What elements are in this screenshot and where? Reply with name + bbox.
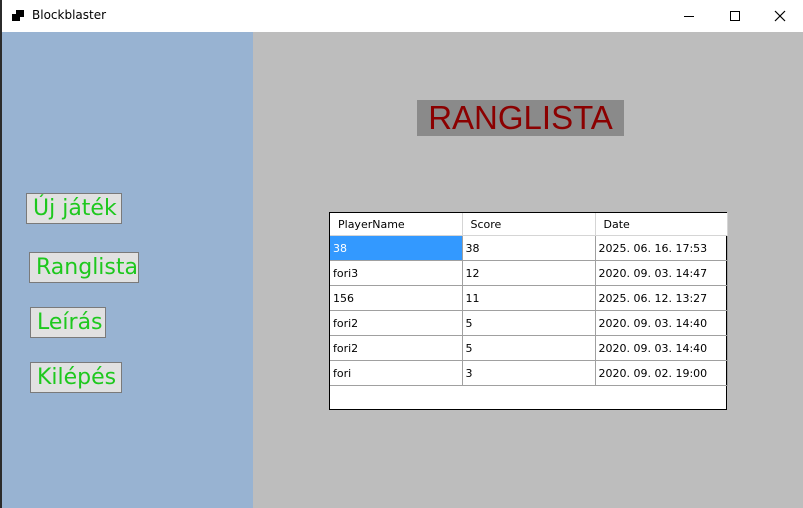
leaderboard-grid[interactable]: PlayerName Score Date 38 38 2025. 06. 16… (329, 212, 728, 410)
cell-date[interactable]: 2020. 09. 03. 14:40 (595, 310, 728, 336)
main-content: RANGLISTA PlayerName Score Date 38 38 20… (253, 32, 803, 508)
page-title: RANGLISTA (417, 100, 624, 136)
sidebar: Új játék Ranglista Leírás Kilépés (2, 32, 253, 508)
cell-date[interactable]: 2025. 06. 12. 13:27 (595, 285, 728, 311)
new-game-button[interactable]: Új játék (26, 193, 122, 224)
cell-player[interactable]: fori3 (330, 260, 463, 286)
app-window: Blockblaster Új játék Ranglista Leírás K… (2, 0, 803, 508)
cell-player[interactable]: fori (330, 360, 463, 386)
table-row[interactable]: 38 38 2025. 06. 16. 17:53 (330, 235, 728, 261)
table-header-row: PlayerName Score Date (330, 213, 728, 236)
cell-date[interactable]: 2020. 09. 03. 14:47 (595, 260, 728, 286)
description-button[interactable]: Leírás (30, 307, 106, 338)
close-button[interactable] (757, 0, 803, 32)
app-window-icon (12, 10, 24, 21)
cell-score[interactable]: 38 (462, 235, 596, 261)
window-title: Blockblaster (32, 8, 107, 22)
maximize-icon (730, 11, 740, 21)
minimize-button[interactable] (666, 0, 712, 32)
cell-score[interactable]: 5 (462, 335, 596, 361)
table-row[interactable]: fori 3 2020. 09. 02. 19:00 (330, 360, 728, 386)
leaderboard-table: PlayerName Score Date 38 38 2025. 06. 16… (330, 213, 728, 386)
title-bar: Blockblaster (2, 0, 803, 32)
maximize-button[interactable] (712, 0, 758, 32)
table-row[interactable]: fori3 12 2020. 09. 03. 14:47 (330, 260, 728, 286)
column-header-playername[interactable]: PlayerName (330, 213, 463, 236)
exit-button[interactable]: Kilépés (30, 362, 122, 393)
cell-date[interactable]: 2025. 06. 16. 17:53 (595, 235, 728, 261)
cell-score[interactable]: 5 (462, 310, 596, 336)
cell-player[interactable]: fori2 (330, 310, 463, 336)
table-row[interactable]: fori2 5 2020. 09. 03. 14:40 (330, 335, 728, 361)
minimize-icon (684, 16, 694, 17)
table-row[interactable]: 156 11 2025. 06. 12. 13:27 (330, 285, 728, 311)
cell-date[interactable]: 2020. 09. 02. 19:00 (595, 360, 728, 386)
cell-player[interactable]: 156 (330, 285, 463, 311)
cell-date[interactable]: 2020. 09. 03. 14:40 (595, 335, 728, 361)
cell-player[interactable]: 38 (330, 235, 463, 261)
cell-score[interactable]: 3 (462, 360, 596, 386)
cell-score[interactable]: 12 (462, 260, 596, 286)
close-icon (774, 10, 786, 22)
table-row[interactable]: fori2 5 2020. 09. 03. 14:40 (330, 310, 728, 336)
cell-score[interactable]: 11 (462, 285, 596, 311)
leaderboard-button[interactable]: Ranglista (29, 252, 139, 283)
column-header-date[interactable]: Date (595, 213, 728, 236)
cell-player[interactable]: fori2 (330, 335, 463, 361)
column-header-score[interactable]: Score (462, 213, 596, 236)
